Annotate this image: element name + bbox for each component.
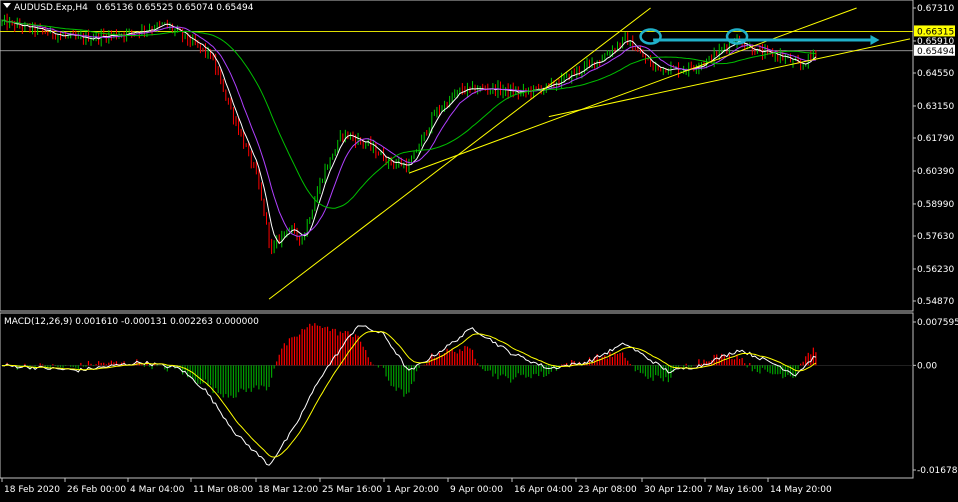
price-tick-label: 0.61790 bbox=[917, 134, 954, 144]
time-tick-label: 23 Apr 08:00 bbox=[578, 485, 637, 495]
chart-canvas[interactable]: AUDUSD.Exp,H4 0.65136 0.65525 0.65074 0.… bbox=[0, 0, 958, 498]
price-tick-label: 0.56230 bbox=[917, 265, 954, 275]
macd-tick-label: 0.007595 bbox=[917, 318, 958, 328]
time-tick-label: 18 Mar 12:00 bbox=[258, 485, 318, 495]
time-tick-label: 16 Apr 04:00 bbox=[514, 485, 573, 495]
price-tick-label: 0.58990 bbox=[917, 200, 954, 210]
price-tick-label: 0.67310 bbox=[917, 4, 954, 14]
time-tick-label: 30 Apr 12:00 bbox=[644, 485, 703, 495]
price-tick-label: 0.63150 bbox=[917, 102, 954, 112]
time-tick-label: 26 Feb 00:00 bbox=[67, 485, 126, 495]
time-tick-label: 18 Feb 2020 bbox=[4, 485, 60, 495]
time-tick-label: 1 Apr 20:00 bbox=[386, 485, 439, 495]
macd-label: MACD(12,26,9) 0.001610 -0.000131 0.00226… bbox=[4, 317, 259, 327]
time-tick-label: 11 Mar 08:00 bbox=[193, 485, 253, 495]
time-tick-label: 14 May 20:00 bbox=[770, 485, 832, 495]
price-tick-label: 0.64550 bbox=[917, 69, 954, 79]
macd-tick-label: 0.00 bbox=[917, 361, 937, 371]
trading-chart-window[interactable]: AUDUSD.Exp,H4 0.65136 0.65525 0.65074 0.… bbox=[0, 0, 958, 498]
time-tick-label: 4 Mar 04:00 bbox=[130, 485, 185, 495]
macd-tick-label: -0.016785 bbox=[917, 466, 958, 476]
time-tick-label: 7 May 16:00 bbox=[707, 485, 763, 495]
price-tick-label: 0.60390 bbox=[917, 167, 954, 177]
time-tick-label: 9 Apr 00:00 bbox=[450, 485, 503, 495]
chart-background bbox=[0, 0, 958, 498]
chart-title: AUDUSD.Exp,H4 bbox=[14, 3, 88, 13]
price-label-text: 0.65494 bbox=[917, 47, 954, 57]
price-tick-label: 0.54870 bbox=[917, 297, 954, 307]
price-tick-label: 0.57630 bbox=[917, 232, 954, 242]
ohlc-readout: 0.65136 0.65525 0.65074 0.65494 bbox=[96, 3, 254, 13]
time-tick-label: 25 Mar 16:00 bbox=[322, 485, 382, 495]
price-label-text: 0.66315 bbox=[917, 27, 954, 37]
